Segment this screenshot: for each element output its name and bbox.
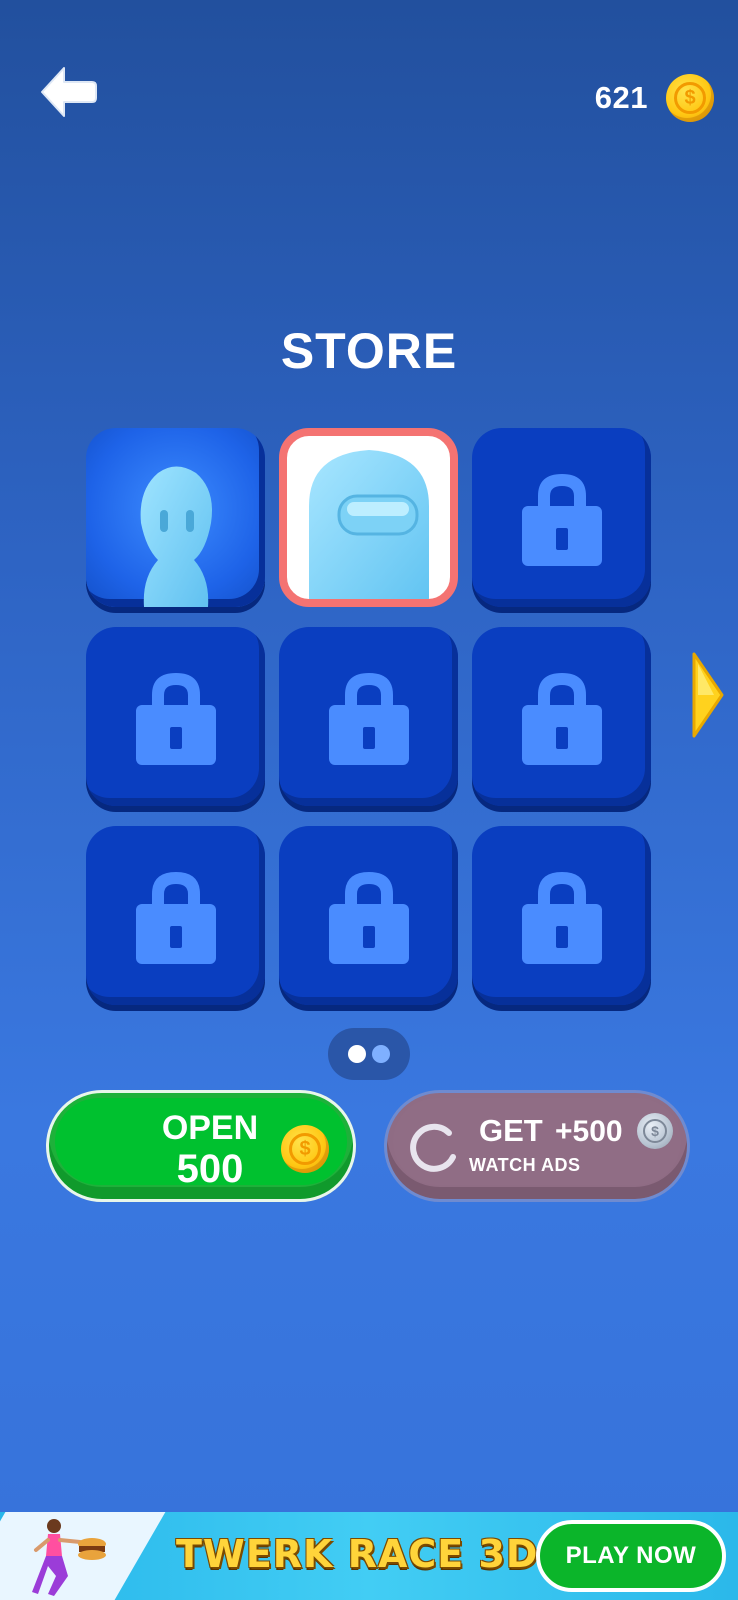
get-label: GET: [479, 1113, 543, 1148]
loading-spinner-icon: [410, 1123, 456, 1172]
lock-icon: [328, 672, 409, 765]
skin-slot-locked[interactable]: [86, 627, 265, 806]
page-title: STORE: [280, 323, 458, 379]
lock-icon: [135, 672, 216, 765]
open-price: 500: [176, 1147, 244, 1191]
lock-icon: [521, 473, 602, 566]
lock-icon: [135, 871, 216, 964]
runner-girl-icon: [32, 1519, 106, 1596]
gold-coin-icon: $: [666, 74, 714, 122]
open-button[interactable]: OPEN 500 $: [46, 1090, 356, 1202]
skin-slot-locked[interactable]: [472, 627, 651, 806]
reward-amount: +500: [555, 1115, 623, 1148]
chevron-right-icon: [692, 652, 724, 738]
skin-slot-locked[interactable]: [279, 826, 458, 1005]
crewmate-character-icon: [309, 450, 429, 599]
back-button[interactable]: [40, 66, 98, 118]
stickman-character-icon: [140, 466, 212, 607]
ad-title: TWERK RACE 3D: [176, 1532, 539, 1576]
skin-slot-locked[interactable]: [279, 627, 458, 806]
skin-slot-locked[interactable]: [472, 826, 651, 1005]
page-dot-active[interactable]: [348, 1045, 366, 1063]
skin-slot-locked[interactable]: [472, 428, 651, 607]
skin-slot-crewmate[interactable]: [279, 428, 458, 607]
back-arrow-icon: [41, 67, 97, 117]
gold-coin-icon: $: [281, 1125, 329, 1173]
open-label: OPEN: [161, 1109, 259, 1147]
watch-ads-label: WATCH ADS: [469, 1155, 581, 1175]
lock-icon: [521, 871, 602, 964]
lock-icon: [328, 871, 409, 964]
skin-grid: [86, 428, 652, 1005]
skin-slot-locked[interactable]: [86, 826, 265, 1005]
silver-coin-icon: $: [637, 1113, 673, 1149]
watch-ads-button[interactable]: GET +500 $ WATCH ADS: [384, 1090, 690, 1202]
ad-banner[interactable]: TWERK RACE 3D PLAY NOW: [0, 1512, 738, 1600]
coin-count: 621: [594, 80, 648, 115]
coin-balance: 621 $: [595, 70, 714, 126]
page-indicator: [328, 1028, 410, 1080]
page-dot[interactable]: [372, 1045, 390, 1063]
skin-slot-stickman[interactable]: [86, 428, 265, 607]
lock-icon: [521, 672, 602, 765]
next-page-button[interactable]: [690, 650, 726, 740]
play-now-button[interactable]: PLAY NOW: [536, 1520, 726, 1592]
